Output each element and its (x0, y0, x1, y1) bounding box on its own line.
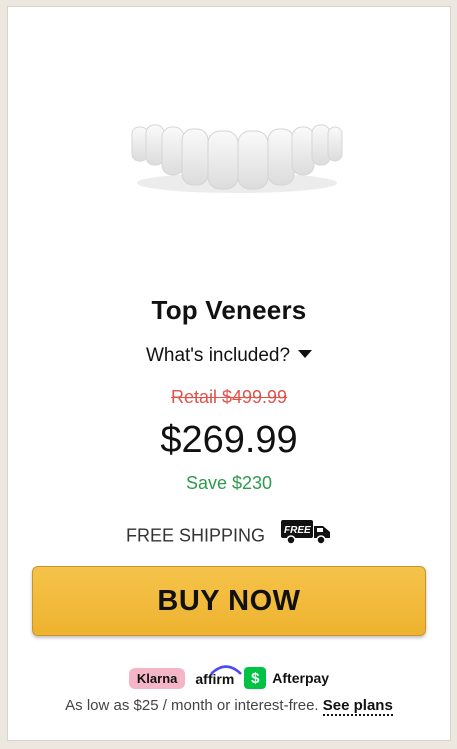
financing-text: As low as $25 / month or interest-free. … (8, 697, 450, 716)
financing-label: As low as $25 / month or interest-free. (65, 697, 319, 714)
veneers-image (126, 105, 348, 201)
product-card: Top Veneers What's included? Retail $499… (7, 6, 451, 741)
see-plans-link[interactable]: See plans (322, 697, 393, 716)
retail-price: Retail $499.99 (170, 387, 288, 407)
caret-down-icon (298, 349, 313, 358)
truck-icon: FREE (280, 518, 332, 551)
affirm-logo: affirm (195, 665, 243, 687)
sale-price: $269.99 (160, 419, 298, 461)
klarna-logo: Klarna (128, 667, 186, 689)
afterpay-label: Afterpay (272, 670, 330, 686)
afterpay-logo: $ Afterpay (244, 667, 329, 689)
whats-included-toggle[interactable]: What's included? (8, 345, 450, 367)
product-title: Top Veneers (151, 295, 307, 325)
free-shipping-label: FREE SHIPPING (125, 525, 265, 546)
savings-label: Save $230 (185, 473, 273, 493)
buy-now-button[interactable]: BUY NOW (32, 566, 426, 636)
affirm-arc-icon (210, 665, 243, 675)
dollar-icon: $ (244, 667, 267, 689)
truck-free-text: FREE (284, 525, 311, 536)
payment-options: Klarna affirm $ Afterpay (8, 665, 450, 689)
free-shipping: FREE SHIPPING FREE (8, 520, 450, 553)
whats-included-label: What's included? (145, 345, 291, 366)
